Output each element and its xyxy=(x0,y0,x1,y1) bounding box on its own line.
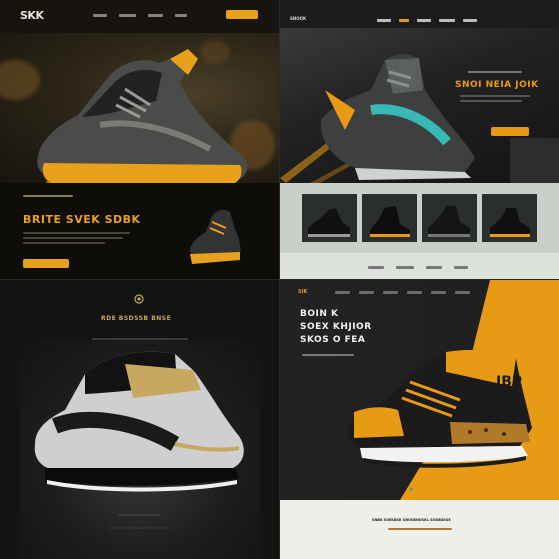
sneaker-hero-image xyxy=(320,54,475,180)
footer-caption xyxy=(118,514,160,516)
eyebrow-text xyxy=(23,195,73,197)
product-thumbnail[interactable] xyxy=(302,194,357,242)
nav-item[interactable] xyxy=(148,14,163,17)
nav-item[interactable] xyxy=(439,19,455,22)
sneaker-thumbnail xyxy=(190,209,241,264)
top-nav xyxy=(93,14,187,17)
top-nav xyxy=(377,19,477,22)
hero-headline-line-1: BOIN K xyxy=(300,309,339,319)
nav-item[interactable] xyxy=(407,291,422,294)
hero-headline: SNOI NEIA JOIK xyxy=(455,80,539,90)
brand-logo[interactable]: SNOOK xyxy=(290,16,306,21)
nav-item[interactable] xyxy=(417,19,431,22)
sneaker-thumb-image xyxy=(490,208,530,237)
sneaker-hero-image: JBP xyxy=(347,350,532,468)
nav-item[interactable] xyxy=(383,291,398,294)
header-cta-button[interactable] xyxy=(226,10,258,19)
brand-logo[interactable]: SIK xyxy=(298,289,307,295)
pagination-dots xyxy=(410,488,420,491)
section-headline: BRITE SVEK SDBK xyxy=(23,213,141,226)
hero-body-text xyxy=(460,95,530,97)
sneaker-hero-image xyxy=(37,49,248,198)
panel-top-right: SNOOK SNOI NEIA JOIK xyxy=(280,0,559,279)
hero-headline: RDE BSDSSB BNSE xyxy=(101,315,172,322)
nav-item[interactable] xyxy=(359,291,374,294)
nav-item[interactable] xyxy=(431,291,446,294)
nav-item[interactable] xyxy=(93,14,107,17)
sneaker-thumb-image xyxy=(308,208,350,237)
footer-link[interactable] xyxy=(426,266,442,269)
sneaker-hero-image xyxy=(34,351,244,492)
panel-bottom-right: SIK BOIN K SOEX KHJIOR SKOS O FEA JBP SN… xyxy=(280,280,559,559)
bottom-subtext xyxy=(388,528,452,530)
footer-caption xyxy=(108,527,170,529)
body-text xyxy=(23,237,123,239)
footer-link[interactable] xyxy=(454,266,468,269)
hero-body-text xyxy=(460,100,522,102)
product-thumbnail[interactable] xyxy=(362,194,417,242)
grid-divider-horizontal xyxy=(0,279,559,280)
hero-headline-line-2: SOEX KHJIOR xyxy=(300,322,372,332)
footer-link[interactable] xyxy=(368,266,384,269)
shop-button[interactable] xyxy=(23,259,69,268)
top-nav xyxy=(335,291,470,294)
footer-links xyxy=(368,266,468,269)
brand-emblem-icon[interactable] xyxy=(134,294,144,304)
hero-cta-button[interactable] xyxy=(491,127,529,136)
footer-link[interactable] xyxy=(396,266,414,269)
nav-item[interactable] xyxy=(463,19,477,22)
nav-item[interactable] xyxy=(119,14,136,17)
brand-logo[interactable]: SKK xyxy=(20,9,44,22)
nav-item[interactable] xyxy=(455,291,470,294)
hero-eyebrow xyxy=(468,71,522,73)
sneaker-thumb-image xyxy=(428,206,470,237)
product-thumbnail[interactable] xyxy=(482,194,537,242)
nav-item[interactable] xyxy=(399,19,409,22)
nav-item[interactable] xyxy=(175,14,187,17)
panel-top-left: SKK BRITE SVEK SDBK xyxy=(0,0,279,279)
bottom-headline: SNBK SOEKBSK SNOSBNOSKL SODBSKSE xyxy=(372,518,451,522)
panel-bottom-left: RDE BSDSSB BNSE xyxy=(0,280,279,559)
pagination-dot[interactable] xyxy=(410,488,413,491)
svg-text:JBP: JBP xyxy=(495,374,522,390)
pagination-dot[interactable] xyxy=(417,488,420,491)
nav-item[interactable] xyxy=(335,291,350,294)
sneaker-thumb-image xyxy=(370,206,410,237)
body-text xyxy=(23,242,105,244)
product-thumbnail[interactable] xyxy=(422,194,477,242)
nav-item[interactable] xyxy=(377,19,391,22)
body-text xyxy=(23,232,130,234)
